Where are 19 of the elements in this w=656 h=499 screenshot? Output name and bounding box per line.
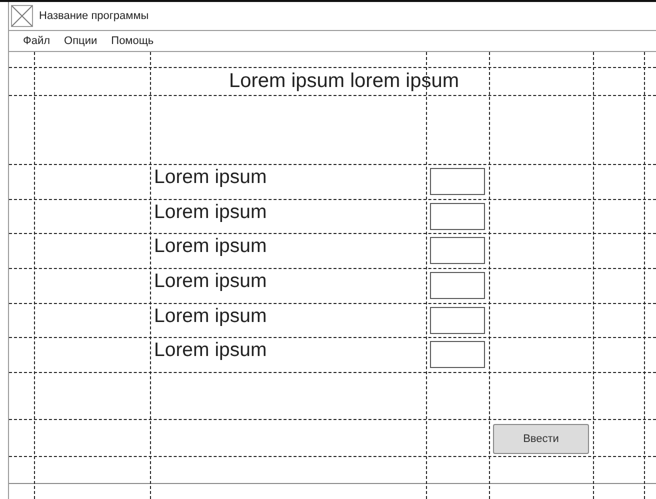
input-field[interactable]: [430, 237, 485, 264]
menu-item[interactable]: Файл: [23, 35, 50, 47]
input-field[interactable]: [430, 168, 485, 195]
input-field[interactable]: [430, 341, 485, 368]
field-label: Lorem ipsum: [153, 200, 268, 224]
field-label: Lorem ipsum: [153, 304, 268, 328]
field-label: Lorem ipsum: [153, 338, 268, 362]
input-field[interactable]: [430, 306, 485, 334]
menu-item[interactable]: Помощь: [111, 35, 154, 47]
close-icon[interactable]: [11, 5, 33, 27]
field-label: Lorem ipsum: [153, 165, 268, 189]
submit-button[interactable]: Ввести: [493, 424, 589, 454]
heading: Lorem ipsum lorem ipsum: [228, 70, 460, 94]
window-title: Название программы: [39, 10, 149, 22]
menu-item[interactable]: Опции: [64, 35, 98, 47]
input-field[interactable]: [430, 202, 485, 230]
input-field[interactable]: [430, 272, 485, 300]
field-label: Lorem ipsum: [153, 234, 268, 258]
field-label: Lorem ipsum: [153, 269, 268, 294]
